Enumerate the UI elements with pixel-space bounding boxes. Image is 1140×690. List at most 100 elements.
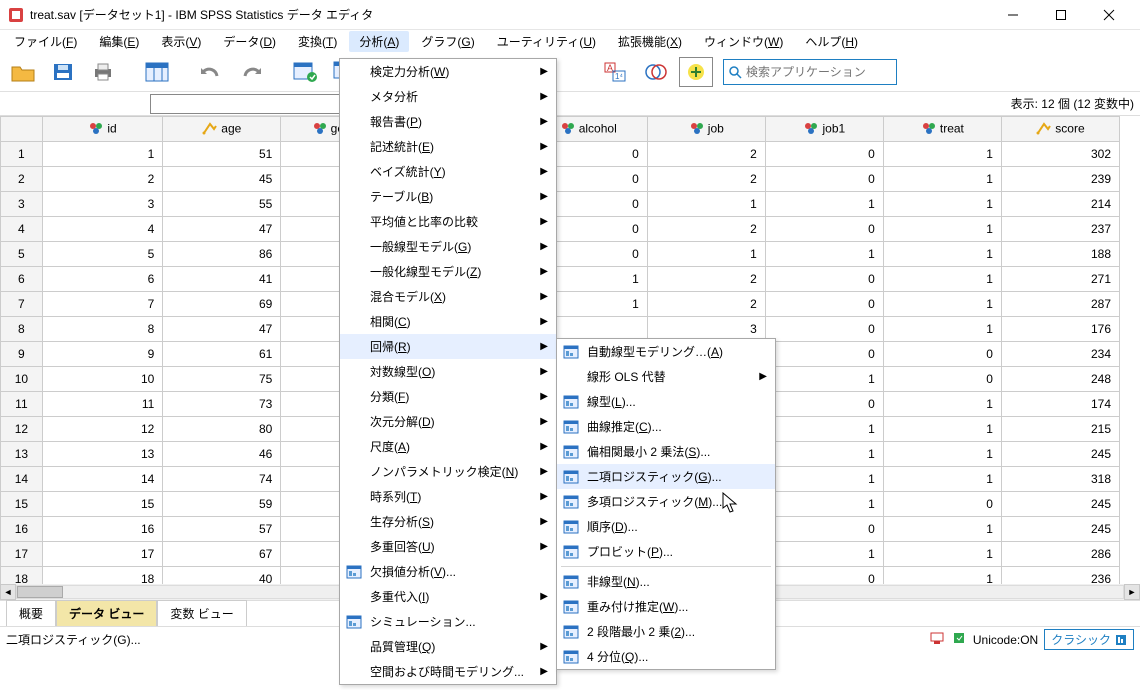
cell[interactable]: 1 [883,167,1001,192]
cell[interactable]: 1 [883,267,1001,292]
cell[interactable]: 47 [163,217,281,242]
menu-item[interactable]: 線形 OLS 代替▶ [557,364,775,389]
cell[interactable]: 55 [163,192,281,217]
cell[interactable]: 46 [163,442,281,467]
cell[interactable]: 1 [883,292,1001,317]
cell[interactable]: 1 [883,442,1001,467]
cell[interactable]: 1 [883,317,1001,342]
menu-item[interactable]: 一般線型モデル(G)▶ [340,234,556,259]
save-icon[interactable] [46,57,80,87]
cell[interactable]: 12 [42,417,163,442]
menu-item[interactable]: 空間および時間モデリング...▶ [340,659,556,684]
menu-item[interactable]: 平均値と比率の比較▶ [340,209,556,234]
cell[interactable]: 271 [1001,267,1119,292]
menu-item[interactable]: 生存分析(S)▶ [340,509,556,534]
row-header[interactable]: 6 [1,267,43,292]
menu-item[interactable]: 重み付け推定(W)... [557,594,775,619]
cell[interactable]: 1 [883,392,1001,417]
scroll-left-icon[interactable]: ◄ [0,584,16,600]
close-button[interactable] [1086,3,1132,27]
row-header[interactable]: 7 [1,292,43,317]
cell[interactable]: 3 [42,192,163,217]
cell[interactable]: 5 [42,242,163,267]
menu-item[interactable]: 二項ロジスティック(G)... [557,464,775,489]
menu-item[interactable]: 拡張機能(X) [608,31,692,52]
corner-cell[interactable] [1,117,43,142]
cell[interactable]: 7 [42,292,163,317]
row-header[interactable]: 13 [1,442,43,467]
menu-item[interactable]: 自動線型モデリング…(A) [557,339,775,364]
cell[interactable]: 1 [765,442,883,467]
menu-item[interactable]: ウィンドウ(W) [694,31,793,52]
cell[interactable]: 1 [765,467,883,492]
analyze-menu[interactable]: 検定力分析(W)▶メタ分析▶報告書(P)▶記述統計(E)▶ベイズ統計(Y)▶テー… [339,58,557,685]
menu-item[interactable]: 回帰(R)▶ [340,334,556,359]
row-header[interactable]: 4 [1,217,43,242]
row-header[interactable]: 11 [1,392,43,417]
cell[interactable]: 4 [42,217,163,242]
cell[interactable]: 0 [765,217,883,242]
menu-item[interactable]: 非線型(N)... [557,569,775,594]
cell[interactable]: 69 [163,292,281,317]
row-header[interactable]: 15 [1,492,43,517]
minimize-button[interactable] [990,3,1036,27]
cell[interactable]: 61 [163,342,281,367]
cell[interactable]: 214 [1001,192,1119,217]
cell[interactable]: 0 [765,567,883,585]
menu-item[interactable]: 次元分解(D)▶ [340,409,556,434]
cell[interactable]: 75 [163,367,281,392]
cell[interactable]: 2 [647,167,765,192]
cell[interactable]: 14 [42,467,163,492]
cell[interactable]: 9 [42,342,163,367]
cell[interactable]: 0 [765,292,883,317]
view-tab[interactable]: 概要 [6,600,56,626]
menu-item[interactable]: ベイズ統計(Y)▶ [340,159,556,184]
menu-item[interactable]: 順序(D)... [557,514,775,539]
cell[interactable]: 286 [1001,542,1119,567]
cell[interactable]: 0 [765,517,883,542]
cell[interactable]: 1 [765,417,883,442]
cell[interactable]: 245 [1001,492,1119,517]
cell[interactable]: 18 [42,567,163,585]
menu-item[interactable]: 相関(C)▶ [340,309,556,334]
cell[interactable]: 0 [765,167,883,192]
menu-item[interactable]: 2 段階最小 2 乗(2)... [557,619,775,644]
menu-item[interactable]: メタ分析▶ [340,84,556,109]
cell[interactable]: 215 [1001,417,1119,442]
menu-item[interactable]: 曲線推定(C)... [557,414,775,439]
cell[interactable]: 13 [42,442,163,467]
row-header[interactable]: 8 [1,317,43,342]
cell-edit[interactable] [150,94,340,114]
cell[interactable]: 239 [1001,167,1119,192]
menu-item[interactable]: 記述統計(E)▶ [340,134,556,159]
cell[interactable]: 11 [42,392,163,417]
cell[interactable]: 234 [1001,342,1119,367]
cell[interactable]: 2 [647,217,765,242]
cell[interactable]: 1 [765,367,883,392]
scroll-right-icon[interactable]: ► [1124,584,1140,600]
row-header[interactable]: 3 [1,192,43,217]
cell[interactable]: 1 [42,142,163,167]
cell[interactable]: 0 [765,267,883,292]
cell[interactable]: 237 [1001,217,1119,242]
menu-item[interactable]: 分類(F)▶ [340,384,556,409]
cell[interactable]: 1 [883,142,1001,167]
cell[interactable]: 2 [42,167,163,192]
menu-item[interactable]: 表示(V) [151,31,211,52]
menu-item[interactable]: ヘルプ(H) [795,31,868,52]
menu-item[interactable]: ファイル(F) [4,31,87,52]
print-icon[interactable] [86,57,120,87]
cell[interactable]: 1 [883,542,1001,567]
cell[interactable]: 287 [1001,292,1119,317]
menu-item[interactable]: 品質管理(Q)▶ [340,634,556,659]
cell[interactable]: 318 [1001,467,1119,492]
row-header[interactable]: 2 [1,167,43,192]
row-header[interactable]: 12 [1,417,43,442]
cell[interactable]: 1 [883,517,1001,542]
menu-item[interactable]: 尺度(A)▶ [340,434,556,459]
redo-icon[interactable] [234,57,268,87]
cell[interactable]: 86 [163,242,281,267]
menu-item[interactable]: 多項ロジスティック(M)... [557,489,775,514]
row-header[interactable]: 18 [1,567,43,585]
menu-item[interactable]: プロビット(P)... [557,539,775,564]
